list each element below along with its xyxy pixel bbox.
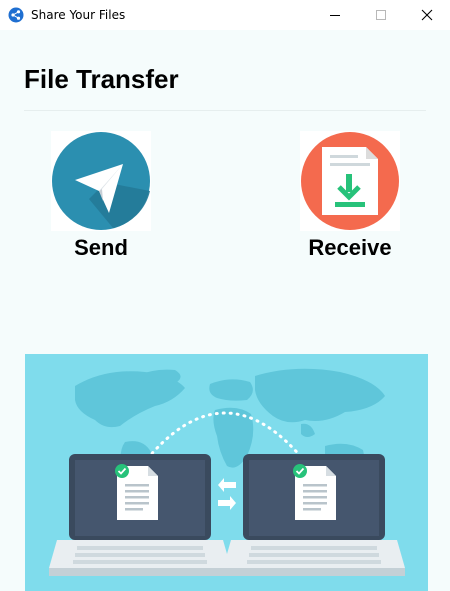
- receive-tile[interactable]: [300, 131, 400, 231]
- paper-plane-icon: [52, 132, 150, 230]
- minimize-icon: [330, 15, 340, 16]
- divider: [24, 110, 426, 111]
- close-button[interactable]: [404, 0, 450, 30]
- send-tile[interactable]: [51, 131, 151, 231]
- share-app-icon: [8, 7, 24, 23]
- file-download-icon: [301, 132, 399, 230]
- file-transfer-illustration: [25, 354, 428, 591]
- main-content: File Transfer Send Receive: [0, 30, 450, 591]
- receive-label: Receive: [308, 235, 392, 260]
- page-title: File Transfer: [24, 64, 179, 94]
- left-laptop-image: [49, 454, 231, 576]
- receive-button[interactable]: Receive: [300, 131, 400, 261]
- close-icon: [421, 9, 433, 21]
- maximize-icon: [376, 10, 386, 20]
- window-title: Share Your Files: [31, 8, 126, 22]
- right-laptop-image: [223, 454, 405, 576]
- title-bar: Share Your Files: [0, 0, 450, 30]
- minimize-button[interactable]: [312, 0, 358, 30]
- send-button[interactable]: Send: [51, 131, 151, 261]
- maximize-button[interactable]: [358, 0, 404, 30]
- send-label: Send: [74, 235, 128, 260]
